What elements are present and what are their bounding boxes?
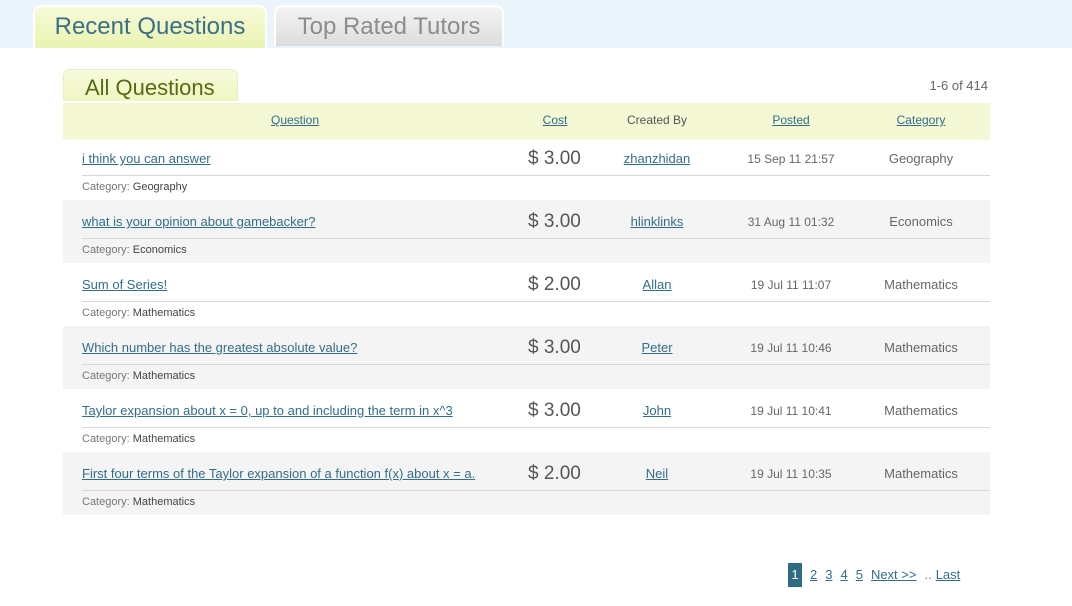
posted-date: 19 Jul 11 10:46 bbox=[750, 341, 832, 355]
author-link[interactable]: hlinklinks bbox=[607, 214, 707, 229]
page-5-link[interactable]: 5 bbox=[856, 563, 863, 587]
category-line-value: Geography bbox=[132, 181, 188, 193]
pager-ellipsis: .. bbox=[924, 567, 932, 582]
last-page-link[interactable]: Last bbox=[936, 563, 961, 587]
section-tab-all-questions[interactable]: All Questions bbox=[63, 69, 238, 103]
column-header-category[interactable]: Category bbox=[863, 113, 979, 127]
page-2-link[interactable]: 2 bbox=[810, 563, 817, 587]
row-divider bbox=[82, 301, 990, 302]
category-line-value: Economics bbox=[132, 244, 187, 256]
question-link[interactable]: Which number has the greatest absolute v… bbox=[82, 340, 357, 355]
tab-recent-questions[interactable]: Recent Questions bbox=[33, 5, 267, 48]
question-cost: $ 3.00 bbox=[528, 337, 581, 358]
question-link[interactable]: i think you can answer bbox=[82, 151, 211, 166]
category-label: Category: bbox=[82, 433, 130, 445]
row-divider bbox=[82, 364, 990, 365]
table-row: i think you can answer $ 3.00 zhanzhidan 15… bbox=[63, 137, 990, 200]
category-label: Category: bbox=[82, 370, 130, 382]
table-row: Sum of Series! $ 2.00 Allan 19 Jul 11 11:07… bbox=[63, 263, 990, 326]
next-page-link[interactable]: Next >> bbox=[871, 563, 917, 587]
category-value: Mathematics bbox=[884, 466, 958, 481]
category-line: Category: Mathematics bbox=[82, 370, 195, 382]
results-count: 1-6 of 414 bbox=[929, 78, 988, 93]
posted-date: 19 Jul 11 10:35 bbox=[750, 467, 832, 481]
table-row: First four terms of the Taylor expansion… bbox=[63, 452, 990, 515]
category-line: Category: Geography bbox=[82, 181, 187, 193]
posted-date: 31 Aug 11 01:32 bbox=[747, 215, 835, 229]
category-label: Category: bbox=[82, 496, 130, 508]
row-divider bbox=[82, 427, 990, 428]
category-value: Mathematics bbox=[884, 277, 958, 292]
question-cost: $ 3.00 bbox=[528, 211, 581, 232]
question-cost: $ 2.00 bbox=[528, 463, 581, 484]
question-cost: $ 2.00 bbox=[528, 274, 581, 295]
category-line: Category: Mathematics bbox=[82, 433, 195, 445]
question-link[interactable]: Sum of Series! bbox=[82, 277, 167, 292]
author-link[interactable]: zhanzhidan bbox=[607, 151, 707, 166]
author-link[interactable]: Neil bbox=[607, 466, 707, 481]
author-link[interactable]: Peter bbox=[607, 340, 707, 355]
question-cost: $ 3.00 bbox=[528, 400, 581, 421]
table-row: what is your opinion about gamebacker? $ … bbox=[63, 200, 990, 263]
author-link[interactable]: John bbox=[607, 403, 707, 418]
category-value: Geography bbox=[888, 151, 954, 166]
posted-date: 19 Jul 11 11:07 bbox=[750, 278, 832, 292]
category-line-value: Mathematics bbox=[132, 433, 196, 445]
table-row: Taylor expansion about x = 0, up to and … bbox=[63, 389, 990, 452]
category-label: Category: bbox=[82, 181, 130, 193]
pagination: 1 2 3 4 5 Next >>.. Last bbox=[788, 563, 968, 587]
category-label: Category: bbox=[82, 307, 130, 319]
tab-top-rated-tutors[interactable]: Top Rated Tutors bbox=[274, 5, 504, 46]
category-line-value: Mathematics bbox=[132, 307, 196, 319]
sort-cost-link[interactable]: Cost bbox=[543, 113, 568, 127]
column-header-created-by: Created By bbox=[626, 113, 688, 127]
category-line: Category: Mathematics bbox=[82, 496, 195, 508]
posted-date: 19 Jul 11 10:41 bbox=[750, 404, 832, 418]
column-header-question[interactable]: Question bbox=[171, 113, 419, 127]
question-link[interactable]: Taylor expansion about x = 0, up to and … bbox=[82, 403, 453, 418]
top-tab-bar: Recent Questions Top Rated Tutors bbox=[0, 0, 1072, 48]
question-cost: $ 3.00 bbox=[528, 148, 581, 169]
category-line: Category: Mathematics bbox=[82, 307, 195, 319]
row-divider bbox=[82, 490, 990, 491]
category-value: Mathematics bbox=[884, 340, 958, 355]
page-3-link[interactable]: 3 bbox=[825, 563, 832, 587]
page-4-link[interactable]: 4 bbox=[840, 563, 847, 587]
table-header: Question Cost Created By Posted Category bbox=[63, 101, 990, 140]
column-header-posted[interactable]: Posted bbox=[731, 113, 851, 127]
author-link[interactable]: Allan bbox=[607, 277, 707, 292]
row-divider bbox=[82, 238, 990, 239]
category-line: Category: Economics bbox=[82, 244, 187, 256]
sort-posted-link[interactable]: Posted bbox=[772, 113, 809, 127]
category-line-value: Mathematics bbox=[132, 496, 196, 508]
question-link[interactable]: what is your opinion about gamebacker? bbox=[82, 214, 315, 229]
category-line-value: Mathematics bbox=[132, 370, 196, 382]
column-header-cost[interactable]: Cost bbox=[525, 113, 585, 127]
table-row: Which number has the greatest absolute v… bbox=[63, 326, 990, 389]
page-1-link[interactable]: 1 bbox=[788, 563, 802, 587]
category-value: Mathematics bbox=[884, 403, 958, 418]
row-divider bbox=[82, 175, 990, 176]
sort-question-link[interactable]: Question bbox=[271, 113, 319, 127]
category-value: Economics bbox=[889, 214, 953, 229]
posted-date: 15 Sep 11 21:57 bbox=[747, 152, 835, 166]
question-link[interactable]: First four terms of the Taylor expansion… bbox=[82, 466, 475, 481]
sort-category-link[interactable]: Category bbox=[897, 113, 946, 127]
category-label: Category: bbox=[82, 244, 130, 256]
